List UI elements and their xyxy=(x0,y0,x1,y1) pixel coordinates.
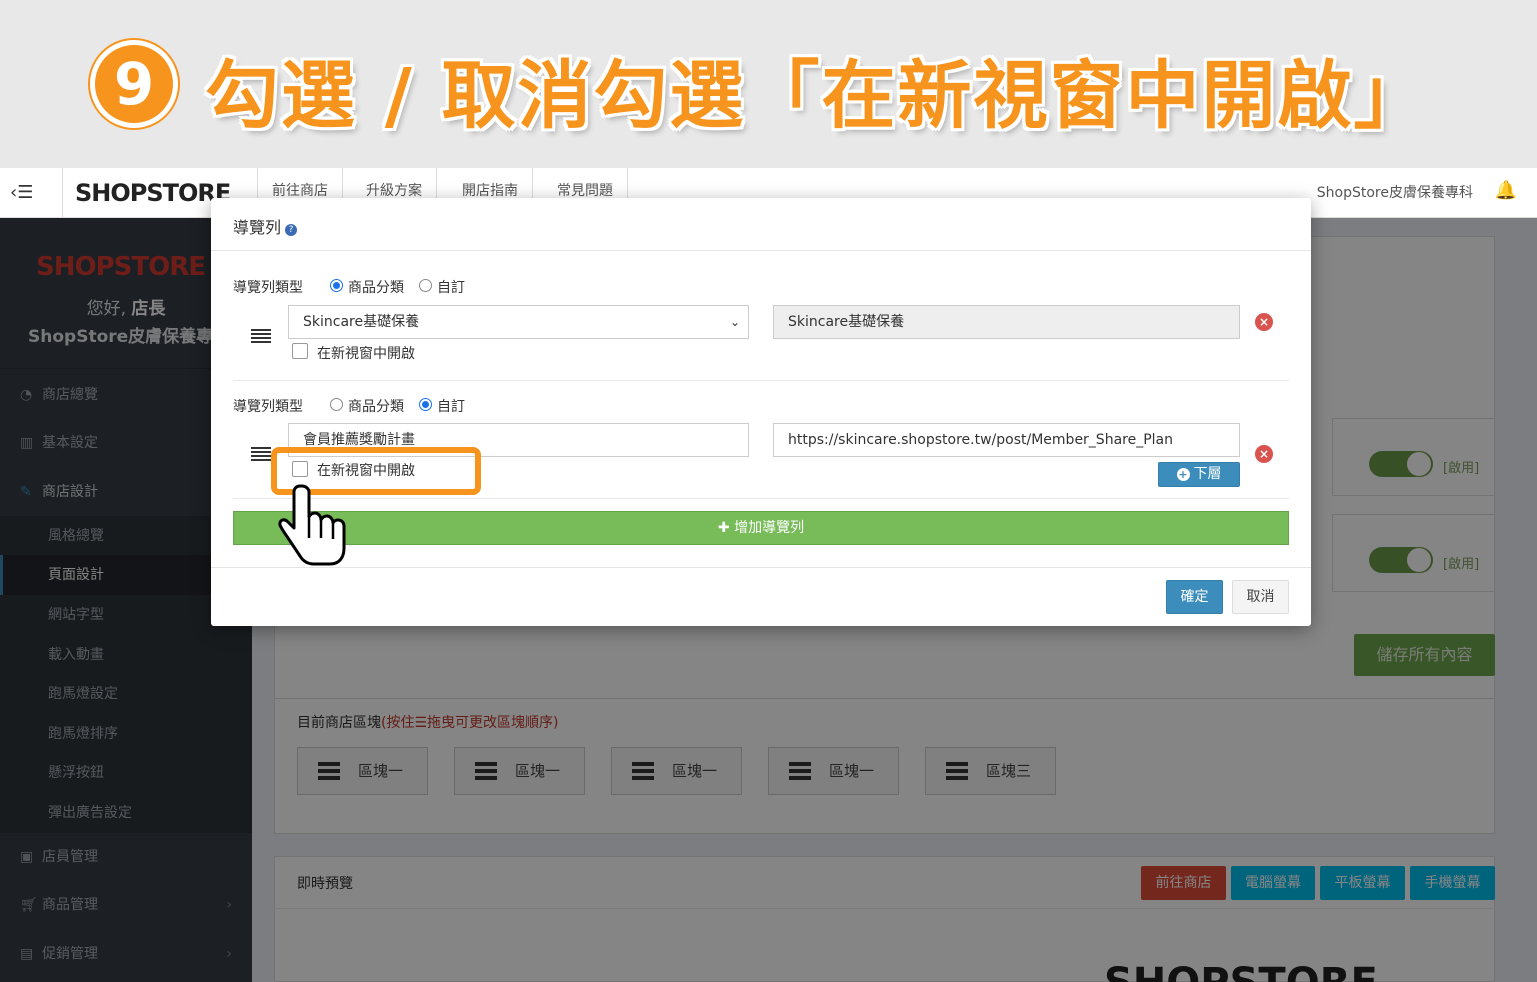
confirm-button[interactable]: 確定 xyxy=(1166,580,1223,614)
add-nav-button[interactable]: ✚ 增加導覽列 xyxy=(233,511,1289,545)
brand-text: SHOPSTORE xyxy=(75,179,231,207)
category-select[interactable]: Skincare基礎保養 ⌄ xyxy=(288,305,749,339)
nav-url-input[interactable]: https://skincare.shopstore.tw/post/Membe… xyxy=(773,423,1240,457)
nav-type-label: 導覽列類型 xyxy=(233,399,303,415)
row-divider xyxy=(233,498,1289,499)
new-window-label: 在新視窗中開啟 xyxy=(317,346,415,362)
sublevel-button[interactable]: + 下層 xyxy=(1158,462,1240,487)
new-window-checkbox[interactable] xyxy=(292,343,308,359)
drag-handle-icon[interactable] xyxy=(251,329,271,345)
topnav-store-name[interactable]: ShopStore皮膚保養專科 xyxy=(1317,182,1473,202)
radio-custom-label: 自訂 xyxy=(437,280,465,296)
radio-custom[interactable] xyxy=(419,398,432,411)
drag-handle-icon[interactable] xyxy=(251,447,271,463)
step-number-badge: 9 xyxy=(90,40,178,128)
bell-icon[interactable]: 🔔 xyxy=(1495,180,1517,201)
hand-cursor-icon xyxy=(278,484,346,566)
radio-category[interactable] xyxy=(330,398,343,411)
plus-circle-icon: + xyxy=(1176,468,1190,481)
nav-type-label: 導覽列類型 xyxy=(233,280,303,296)
chevron-down-icon: ⌄ xyxy=(729,315,740,329)
sidebar-toggle-icon[interactable]: ‹☰ xyxy=(10,182,33,203)
help-icon[interactable]: ? xyxy=(285,224,298,236)
radio-category[interactable] xyxy=(330,279,343,292)
radio-custom-label: 自訂 xyxy=(437,399,465,415)
banner-title: 勾選 / 取消勾選「在新視窗中開啟」 xyxy=(205,53,1430,139)
modal-footer-divider xyxy=(211,567,1311,568)
tutorial-banner: 9 勾選 / 取消勾選「在新視窗中開啟」 xyxy=(0,0,1537,168)
remove-row-icon[interactable]: × xyxy=(1255,445,1273,463)
category-name-field[interactable]: Skincare基礎保養 xyxy=(773,305,1240,339)
row-divider xyxy=(233,380,1289,381)
plus-icon: ✚ xyxy=(717,520,735,536)
radio-category-label: 商品分類 xyxy=(348,280,404,296)
modal-header: 導覽列? xyxy=(211,198,1311,251)
remove-row-icon[interactable]: × xyxy=(1255,313,1273,331)
radio-category-label: 商品分類 xyxy=(348,399,404,415)
modal-title: 導覽列? xyxy=(233,214,298,238)
cancel-button[interactable]: 取消 xyxy=(1232,580,1289,614)
nav-bar-modal: 導覽列? 導覽列類型 商品分類 自訂 Skincare基礎保養 ⌄ Skincar… xyxy=(211,198,1311,626)
radio-custom[interactable] xyxy=(419,279,432,292)
